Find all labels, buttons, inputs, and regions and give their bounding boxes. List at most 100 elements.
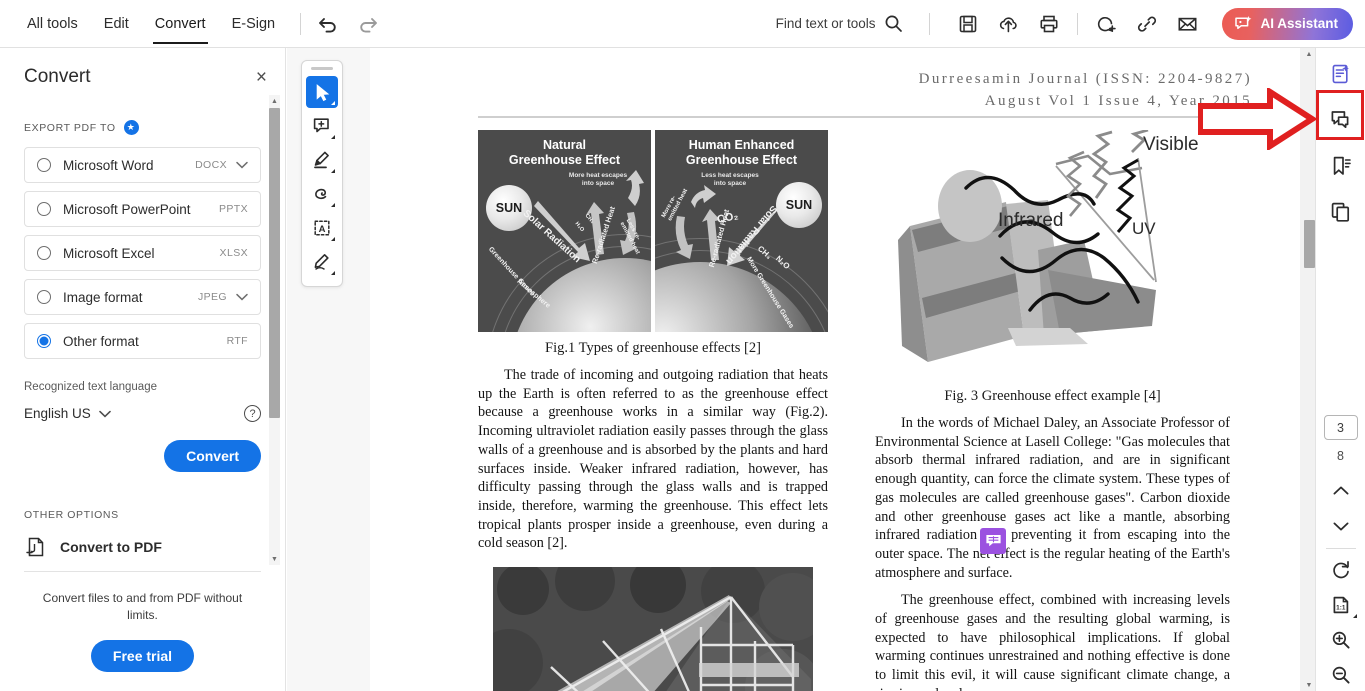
export-pdf-to-label: EXPORT PDF TO ★ [0, 120, 285, 135]
paragraph-2: In the words of Michael Daley, an Associ… [875, 415, 1230, 581]
tool-more-triangle[interactable] [331, 101, 335, 105]
fit-one-to-one-icon[interactable]: 1:1 [1323, 589, 1359, 621]
annotation-toolbox: A [301, 60, 343, 287]
fit-options-triangle[interactable] [1352, 614, 1357, 618]
highlight-tool-button[interactable] [306, 144, 338, 176]
menu-item-all-tools[interactable]: All tools [14, 0, 91, 48]
panel-title: Natural Greenhouse Effect [478, 138, 651, 168]
export-option-powerpoint[interactable]: Microsoft PowerPoint PPTX [24, 191, 261, 227]
paragraph-3: The greenhouse effect, combined with inc… [875, 592, 1230, 691]
bookmark-icon[interactable] [1321, 146, 1361, 186]
menu-item-convert[interactable]: Convert [142, 0, 219, 48]
tool-more-triangle[interactable] [331, 135, 335, 139]
radio-powerpoint[interactable] [37, 202, 51, 216]
convert-panel-scrollbar[interactable]: ▲ ▼ [269, 95, 280, 565]
previous-page-icon[interactable] [1323, 475, 1359, 507]
right-sidebar: 3 8 1:1 [1315, 48, 1365, 691]
ai-assistant-button[interactable]: AI Assistant [1222, 7, 1353, 40]
infrared-label: Infrared [998, 210, 1063, 231]
find-label: Find text or tools [775, 16, 876, 31]
language-value: English US [24, 406, 91, 421]
link-icon[interactable] [1137, 14, 1157, 34]
organize-pages-icon[interactable] [1321, 192, 1361, 232]
scroll-up-arrow[interactable]: ▲ [1303, 48, 1315, 60]
zoom-out-icon[interactable] [1323, 659, 1359, 691]
radio-image[interactable] [37, 290, 51, 304]
svg-text:A: A [319, 224, 326, 235]
menu-item-edit[interactable]: Edit [91, 0, 142, 48]
upload-cloud-icon[interactable] [998, 14, 1019, 34]
title-line-2: Greenhouse Effect [508, 153, 621, 167]
uv-label: UV [1132, 219, 1156, 238]
figure-3-caption: Fig. 3 Greenhouse effect example [4] [944, 388, 1161, 404]
signature-tool-button[interactable] [306, 246, 338, 278]
convert-to-pdf-option[interactable]: Convert to PDF [24, 535, 261, 572]
heat-escape-note: Less heat escapes into space [701, 172, 759, 187]
tool-more-triangle[interactable] [331, 169, 335, 173]
email-icon[interactable] [1177, 14, 1198, 34]
redo-icon[interactable] [357, 14, 379, 34]
text-select-tool-button[interactable]: A [306, 212, 338, 244]
export-option-excel[interactable]: Microsoft Excel XLSX [24, 235, 261, 271]
option-label: Other format [63, 333, 139, 349]
export-option-image[interactable]: Image format JPEG [24, 279, 261, 315]
toolbar-divider-2 [929, 12, 931, 35]
sun-label: SUN [486, 185, 532, 231]
toolbar-divider [300, 12, 302, 35]
chevron-down-icon[interactable] [98, 410, 111, 418]
tool-more-triangle[interactable] [331, 237, 335, 241]
chevron-down-icon[interactable] [236, 293, 248, 301]
radio-other-format[interactable] [37, 334, 51, 348]
comment-icon[interactable] [1321, 100, 1361, 140]
sticky-comment-marker[interactable] [980, 528, 1006, 554]
pdf-viewer[interactable]: Durreesamin Journal (ISSN: 2204-9827) Au… [370, 48, 1315, 691]
export-option-other[interactable]: Other format RTF [24, 323, 261, 359]
convert-button[interactable]: Convert [164, 440, 261, 472]
select-tool-button[interactable] [306, 76, 338, 108]
rotate-clockwise-icon[interactable] [1323, 554, 1359, 586]
request-esignature-icon[interactable] [1321, 54, 1361, 94]
annotation-toolbar: A [287, 48, 370, 691]
tool-more-triangle[interactable] [331, 203, 335, 207]
scroll-down-arrow[interactable]: ▼ [269, 553, 280, 565]
figure-3-image: Visible Infrared UV [888, 130, 1218, 380]
scrollbar-thumb[interactable] [269, 108, 280, 418]
search-icon[interactable] [884, 14, 903, 33]
help-icon[interactable]: ? [244, 405, 261, 422]
draw-freehand-tool-button[interactable] [306, 178, 338, 210]
find-text-or-tools[interactable]: Find text or tools [776, 14, 918, 33]
radio-word[interactable] [37, 158, 51, 172]
chevron-down-icon[interactable] [236, 161, 248, 169]
tool-more-triangle[interactable] [331, 271, 335, 275]
option-extension: JPEG [197, 291, 227, 303]
journal-header: Durreesamin Journal (ISSN: 2204-9827) Au… [919, 68, 1252, 112]
svg-text:1:1: 1:1 [1336, 604, 1346, 611]
scrollbar-thumb[interactable] [1304, 220, 1315, 268]
export-option-word[interactable]: Microsoft Word DOCX [24, 147, 261, 183]
scroll-down-arrow[interactable]: ▼ [1303, 679, 1315, 691]
recognized-language-label: Recognized text language [24, 381, 157, 393]
add-comment-tool-button[interactable] [306, 110, 338, 142]
language-row: English US ? [0, 405, 285, 422]
adobe-acrobat-window: All tools Edit Convert E-Sign Find text … [0, 0, 1365, 691]
language-dropdown[interactable]: English US [24, 406, 111, 421]
print-icon[interactable] [1039, 14, 1059, 34]
option-label: Microsoft PowerPoint [63, 201, 191, 217]
zoom-in-icon[interactable] [1323, 624, 1359, 656]
radio-excel[interactable] [37, 246, 51, 260]
toolbox-drag-handle[interactable] [311, 67, 333, 70]
page-number-input[interactable]: 3 [1323, 415, 1358, 440]
scroll-up-arrow[interactable]: ▲ [269, 95, 280, 107]
undo-icon[interactable] [317, 14, 339, 34]
human-enhanced-greenhouse-panel: Human Enhanced Greenhouse Effect SUN Les… [655, 130, 828, 332]
menu-item-esign[interactable]: E-Sign [219, 0, 289, 48]
pdf-page: Durreesamin Journal (ISSN: 2204-9827) Au… [370, 48, 1300, 691]
close-panel-button[interactable]: × [256, 68, 267, 87]
add-comment-icon[interactable] [1096, 14, 1117, 34]
free-trial-button[interactable]: Free trial [90, 640, 195, 672]
document-scrollbar[interactable]: ▲ ▼ [1303, 48, 1315, 691]
next-page-icon[interactable] [1323, 510, 1359, 542]
option-extension: PPTX [218, 203, 248, 215]
rail-divider [1325, 548, 1356, 549]
save-icon[interactable] [958, 14, 978, 34]
